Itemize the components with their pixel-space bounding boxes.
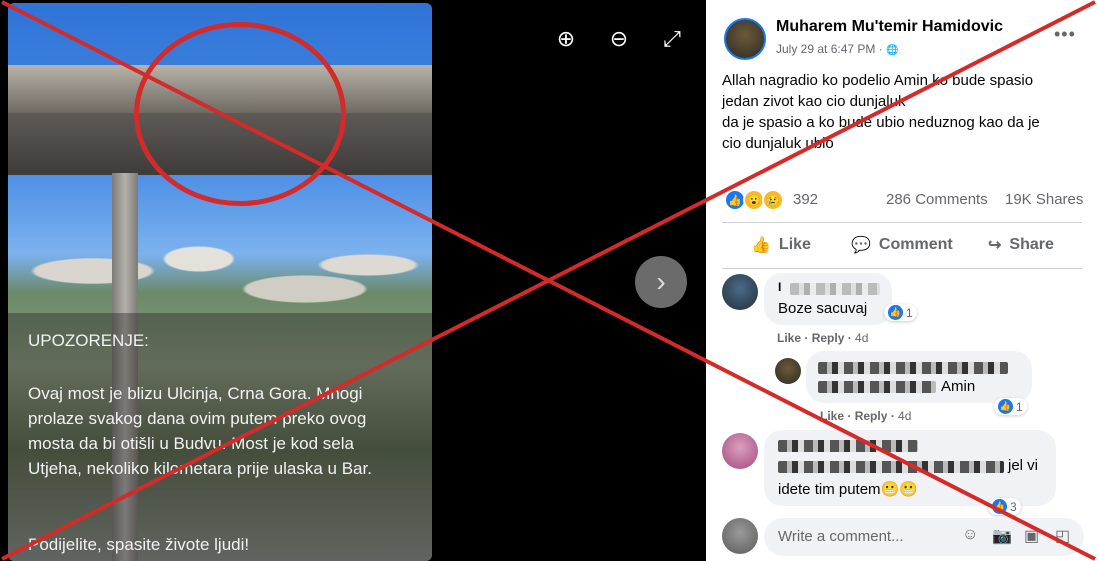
comment-reply-link[interactable]: Reply [812, 331, 845, 345]
reply-reply-link[interactable]: Reply [855, 409, 888, 423]
zoom-in-icon[interactable]: ⊕ [553, 26, 579, 52]
comment-text: jel vi [1008, 457, 1039, 474]
reply-text: Amin [941, 378, 976, 395]
post-text-line: Allah nagradio ko podelio Amin ko bude s… [722, 72, 1034, 89]
comment-reactions[interactable]: 👍 3 [988, 498, 1021, 515]
more-options-icon[interactable]: ••• [1054, 24, 1076, 45]
comment-button-label: Comment [878, 236, 953, 253]
comments-count[interactable]: 286 Comments [886, 191, 988, 208]
fullscreen-icon[interactable]: ⤢ [659, 26, 685, 52]
comment-like-link[interactable]: Like [777, 331, 801, 345]
reaction-icons[interactable]: 👍 😮 😢 [724, 189, 784, 211]
reply-like-link[interactable]: Like [820, 409, 844, 423]
redacted-name [778, 440, 918, 452]
post-date-text: July 29 at 6:47 PM · [776, 42, 887, 56]
author-avatar[interactable] [724, 18, 766, 60]
redacted-name [818, 362, 1008, 374]
share-button[interactable]: ↪ Share [988, 235, 1054, 255]
emoji-icon[interactable]: ☺ [962, 526, 978, 544]
reply-meta: Like · Reply · 4d [820, 409, 912, 423]
divider [722, 268, 1082, 269]
comment-button[interactable]: 💬 Comment [851, 235, 953, 255]
comment-input-placeholder: Write a comment... [778, 528, 904, 545]
like-icon: 👍 [992, 499, 1007, 514]
like-button[interactable]: 👍 Like [751, 235, 811, 255]
sticker-icon[interactable]: ◰ [1055, 526, 1070, 546]
redacted-text [818, 381, 936, 393]
reply-time[interactable]: 4d [898, 409, 911, 423]
comment-text: idete tim putem😬😬 [778, 481, 918, 498]
comment-bubble [764, 273, 892, 325]
reaction-count[interactable]: 392 [793, 191, 818, 208]
redacted-name [790, 283, 880, 295]
sad-reaction-icon: 😢 [762, 189, 784, 211]
reply-bubble [806, 351, 1032, 403]
shares-count[interactable]: 19K Shares [1005, 191, 1083, 208]
post-date[interactable]: July 29 at 6:47 PM · 🌐 [776, 42, 899, 56]
my-avatar[interactable] [722, 518, 758, 554]
divider [722, 222, 1082, 223]
comment-text: Boze sacuvaj [778, 300, 868, 317]
zoom-out-icon[interactable]: ⊖ [606, 26, 632, 52]
post-text-line: da je spasio a ko bude ubio neduznog kao… [722, 114, 1040, 131]
comment-like-count: 1 [906, 305, 913, 320]
comment-meta: Like · Reply · 4d [777, 331, 869, 345]
comment-reactions[interactable]: 👍 1 [884, 304, 917, 321]
redacted-text [778, 461, 1004, 473]
share-button-label: Share [1009, 236, 1054, 253]
photo-warning-body: Ovaj most je blizu Ulcinja, Crna Gora. M… [28, 384, 372, 478]
globe-icon: 🌐 [886, 45, 899, 56]
reply-reactions[interactable]: 👍 1 [994, 398, 1027, 415]
like-icon: 👍 [888, 305, 903, 320]
author-name[interactable]: Muharem Mu'temir Hamidovic [776, 18, 1003, 36]
commenter-avatar[interactable] [722, 274, 758, 310]
photo-warning-title: UPOZORENJE: [28, 331, 149, 350]
reply-like-count: 1 [1016, 399, 1023, 414]
gif-icon[interactable]: ▣ [1024, 526, 1039, 546]
commenter-avatar[interactable] [722, 433, 758, 469]
post-text-line: cio dunjaluk ubio [722, 135, 834, 152]
next-photo-button[interactable]: › [635, 256, 687, 308]
thumbs-up-icon: 👍 [751, 237, 771, 254]
reply-avatar[interactable] [775, 358, 801, 384]
camera-icon[interactable]: 📷 [992, 526, 1012, 546]
comment-like-count: 3 [1010, 499, 1017, 514]
commenter-name[interactable]: I [778, 280, 781, 294]
photo-warning-footer: Podijelite, spasite živote ljudi! [28, 535, 250, 554]
highlight-circle [134, 22, 346, 206]
comment-icon: 💬 [851, 237, 871, 254]
share-icon: ↪ [988, 237, 1002, 254]
like-icon: 👍 [998, 399, 1013, 414]
post-text-line: jedan zivot kao cio dunjaluk [722, 93, 906, 110]
comment-time[interactable]: 4d [855, 331, 868, 345]
photo-viewer: UPOZORENJE: Ovaj most je blizu Ulcinja, … [0, 0, 706, 561]
like-button-label: Like [778, 236, 811, 253]
post-text: Allah nagradio ko podelio Amin ko bude s… [722, 70, 1082, 154]
